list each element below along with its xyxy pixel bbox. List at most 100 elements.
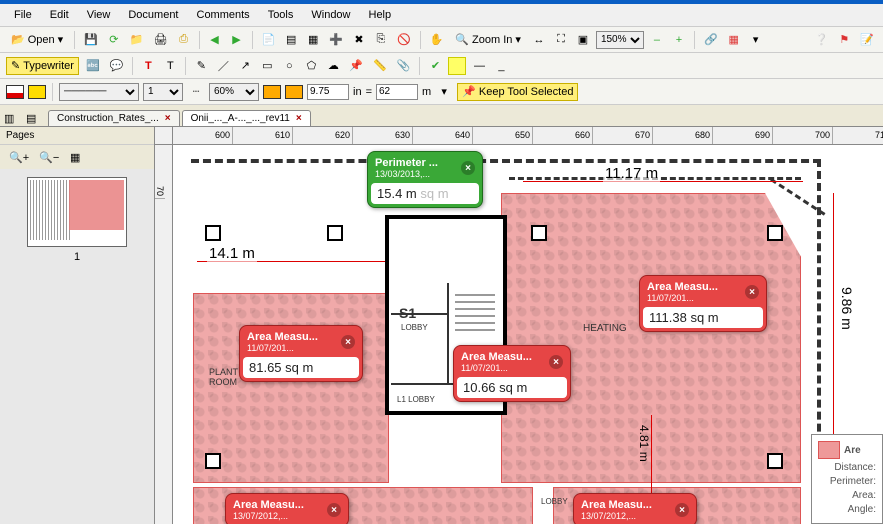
zoom-in-button[interactable]: 🔍 Zoom In ▾ — [450, 31, 526, 49]
dup-icon[interactable]: ⎘ — [372, 31, 390, 49]
linesize-select[interactable]: 1 — [143, 83, 183, 101]
prev-icon[interactable]: ◀ — [206, 31, 224, 49]
pages-tools: 🔍+ 🔍− ▦ — [0, 145, 154, 169]
keep-tool-button[interactable]: 📌 Keep Tool Selected — [457, 83, 578, 101]
cloud-icon[interactable]: ☁ — [324, 57, 342, 75]
tab-construction-rates[interactable]: Construction_Rates_...× — [48, 110, 180, 126]
close-icon[interactable]: × — [165, 113, 171, 124]
zoom-select[interactable]: 150% — [596, 31, 644, 49]
dropdown-icon[interactable]: ▾ — [435, 83, 453, 101]
lineweight-select[interactable]: ────── — [59, 83, 139, 101]
tab-onii-rev11[interactable]: Onii_..._A-..._..._rev11× — [182, 110, 311, 126]
menu-comments[interactable]: Comments — [189, 7, 258, 23]
measure-icon[interactable]: 📏 — [370, 57, 390, 75]
oval-icon[interactable]: ○ — [280, 57, 298, 75]
delete-icon[interactable]: ✖ — [350, 31, 368, 49]
toolbar-properties: ────── 1 ┈ 60% in = m ▾ 📌 Keep Tool Sele… — [0, 79, 883, 105]
zoom-out-thumb-icon[interactable]: 🔍− — [36, 148, 62, 166]
fit-page-icon[interactable]: ⛶ — [552, 31, 570, 49]
menu-window[interactable]: Window — [303, 7, 358, 23]
callout-perimeter[interactable]: Perimeter ... 13/03/2013,... × 15.4 m sq… — [367, 151, 483, 208]
refresh-icon[interactable]: ⟳ — [105, 31, 123, 49]
stack-icon[interactable]: ▦ — [304, 31, 322, 49]
print-icon[interactable]: 🖨 — [151, 31, 171, 49]
grid-icon[interactable]: ▦ — [725, 31, 743, 49]
text-icon[interactable]: T — [161, 57, 179, 75]
menu-edit[interactable]: Edit — [42, 7, 77, 23]
callout-area-bottom-right[interactable]: Area Measu...13/07/2012,... × — [573, 493, 697, 524]
underline-icon[interactable]: _ — [492, 57, 510, 75]
linecolor-icon[interactable] — [6, 85, 24, 99]
close-icon[interactable]: × — [327, 503, 341, 517]
fillcolor-icon[interactable] — [28, 85, 46, 99]
insert-icon[interactable]: ➕ — [326, 31, 346, 49]
arrow-icon[interactable]: ↗ — [236, 57, 254, 75]
highlight-icon[interactable] — [448, 57, 466, 75]
textbox-icon[interactable]: 🔤 — [83, 57, 103, 75]
callout-area-heating[interactable]: Area Measu...11/07/201... × 111.38 sq m — [639, 275, 767, 332]
menu-view[interactable]: View — [79, 7, 119, 23]
save-icon[interactable]: 💾 — [81, 31, 101, 49]
sticky-icon[interactable]: 📝 — [857, 31, 877, 49]
strikeout-icon[interactable]: — — [470, 57, 488, 75]
layers-icon[interactable]: ▤ — [282, 31, 300, 49]
menu-document[interactable]: Document — [120, 7, 186, 23]
zoom-in-thumb-icon[interactable]: 🔍+ — [6, 148, 32, 166]
typewriter-button[interactable]: ✎ Typewriter — [6, 57, 79, 75]
label-heating: HEATING — [583, 323, 627, 334]
width-input[interactable] — [307, 84, 349, 100]
column — [767, 453, 783, 469]
dashed-icon[interactable]: ┈ — [187, 83, 205, 101]
close-icon[interactable]: × — [341, 335, 355, 349]
callout-area-s1[interactable]: Area Measu...11/07/201... × 10.66 sq m — [453, 345, 571, 402]
menu-tools[interactable]: Tools — [260, 7, 302, 23]
drop-icon[interactable]: ▾ — [747, 31, 765, 49]
menu-help[interactable]: Help — [361, 7, 400, 23]
fit-width-icon[interactable]: ↔ — [530, 31, 548, 49]
hide-icon[interactable]: 🚫 — [394, 31, 414, 49]
sync-icon[interactable]: 🔗 — [701, 31, 721, 49]
close-icon[interactable]: × — [461, 161, 475, 175]
next-icon[interactable]: ▶ — [228, 31, 246, 49]
tabs-plus-icon[interactable]: ▤ — [26, 110, 42, 126]
label-lobby1: LOBBY — [401, 323, 428, 332]
hand-icon[interactable]: ✋ — [427, 31, 447, 49]
help-icon[interactable]: ❔ — [812, 31, 832, 49]
page-thumbnail-1[interactable] — [27, 177, 127, 247]
pencil-icon[interactable]: ✎ — [192, 57, 210, 75]
pin-icon[interactable]: 📌 — [346, 57, 366, 75]
poly-icon[interactable]: ⬠ — [302, 57, 320, 75]
startstyle-icon[interactable] — [263, 85, 281, 99]
height-input[interactable] — [376, 84, 418, 100]
callout-icon[interactable]: 💬 — [107, 57, 127, 75]
close-icon[interactable]: × — [296, 113, 302, 124]
stamp-icon[interactable]: ✔ — [426, 57, 444, 75]
rect-icon[interactable]: ▭ — [258, 57, 276, 75]
close-icon[interactable]: × — [549, 355, 563, 369]
thumb-menu-icon[interactable]: ▦ — [66, 148, 84, 166]
opacity-select[interactable]: 60% — [209, 83, 259, 101]
close-icon[interactable]: × — [745, 285, 759, 299]
fit-icon[interactable]: ▣ — [574, 31, 592, 49]
attach-icon[interactable]: 📎 — [394, 57, 414, 75]
endstyle-icon[interactable] — [285, 85, 303, 99]
callout-area-bottom-left[interactable]: Area Measu...13/07/2012,... × — [225, 493, 349, 524]
pages-title: Pages — [0, 127, 154, 145]
drawing-canvas[interactable]: 14.1 m 11.17 m 9.86 m 4.81 m PLANT ROOM … — [173, 145, 883, 524]
line-icon[interactable]: ／ — [214, 57, 232, 75]
tabs-icon[interactable]: ▥ — [4, 110, 20, 126]
height-unit: m — [422, 86, 431, 98]
open-button[interactable]: 📂 Open ▾ — [6, 31, 68, 49]
close-icon[interactable]: × — [675, 503, 689, 517]
flag-icon[interactable]: ⚑ — [835, 31, 853, 49]
vertical-ruler: 70 — [155, 145, 173, 524]
menu-file[interactable]: File — [6, 7, 40, 23]
callout-area-plant[interactable]: Area Measu...11/07/201... × 81.65 sq m — [239, 325, 363, 382]
zoom-plus-icon[interactable]: + — [670, 31, 688, 49]
area-plant-room[interactable] — [193, 293, 389, 483]
text-tool-icon[interactable]: T — [139, 57, 157, 75]
zoom-minus-icon[interactable]: – — [648, 31, 666, 49]
scan-icon[interactable]: ⎙ — [175, 31, 193, 49]
folder-icon[interactable]: 📁 — [127, 31, 147, 49]
copy-icon[interactable]: 📄 — [259, 31, 279, 49]
